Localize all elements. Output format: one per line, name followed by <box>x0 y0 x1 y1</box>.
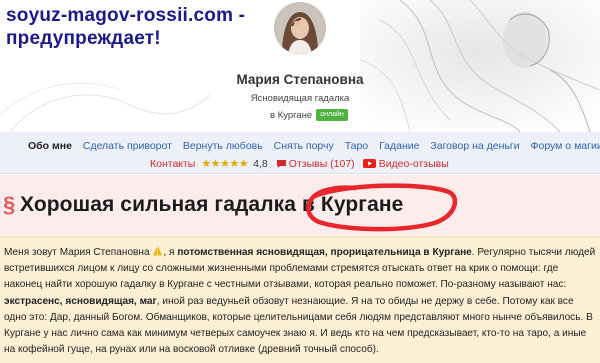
nav-links: Обо мне Сделать приворот Вернуть любовь … <box>28 140 600 152</box>
youtube-icon <box>362 159 376 168</box>
title-bar: § Хорошая сильная гадалка в Кургане <box>0 175 600 235</box>
profile-name: Мария Степановна <box>236 72 364 87</box>
intro-paragraph: Меня зовут Мария Степановна , я потомств… <box>4 246 596 356</box>
online-badge: онлайн <box>316 109 348 121</box>
profile-header: soyuz-magov-rossii.com - предупреждает! … <box>0 0 600 132</box>
nav-forum[interactable]: Форум о магии <box>531 140 600 152</box>
site-watermark: soyuz-magov-rossii.com - предупреждает! <box>6 4 245 50</box>
watermark-line-1: soyuz-magov-rossii.com - <box>6 5 246 26</box>
nav-reviews[interactable]: Отзывы (107) <box>289 158 355 170</box>
profile-role: Ясновидящая гадалка <box>250 93 350 104</box>
nav-secondary: Контакты ★★★★★ 4,8 Отзывы (107) Видео-от… <box>150 157 449 171</box>
nav-tarot[interactable]: Таро <box>345 140 368 152</box>
nav-contacts[interactable]: Контакты <box>150 158 195 170</box>
praying-hands-icon <box>153 246 163 256</box>
nav-divination[interactable]: Гадание <box>379 140 419 152</box>
nav-love-spell[interactable]: Сделать приворот <box>83 140 172 152</box>
nav-remove-curse[interactable]: Снять порчу <box>274 140 334 152</box>
profile-nav: Обо мне Сделать приворот Вернуть любовь … <box>0 132 600 174</box>
watermark-line-2: предупреждает! <box>6 28 161 49</box>
nav-about[interactable]: Обо мне <box>28 140 72 152</box>
rating-value: 4,8 <box>253 157 268 170</box>
profile-city: в Кургане <box>270 110 313 121</box>
intro-text: Меня зовут Мария Степановна , я потомств… <box>0 236 600 363</box>
section-mark: § <box>3 192 16 217</box>
angel-illustration <box>360 0 600 132</box>
nav-money-spell[interactable]: Заговор на деньги <box>430 140 519 152</box>
chat-icon <box>276 159 286 168</box>
rating-stars: ★★★★★ <box>201 158 249 170</box>
nav-return-love[interactable]: Вернуть любовь <box>183 140 263 152</box>
avatar <box>274 2 326 54</box>
nav-video-reviews[interactable]: Видео-отзывы <box>379 158 449 170</box>
highlight-circle <box>306 183 458 232</box>
